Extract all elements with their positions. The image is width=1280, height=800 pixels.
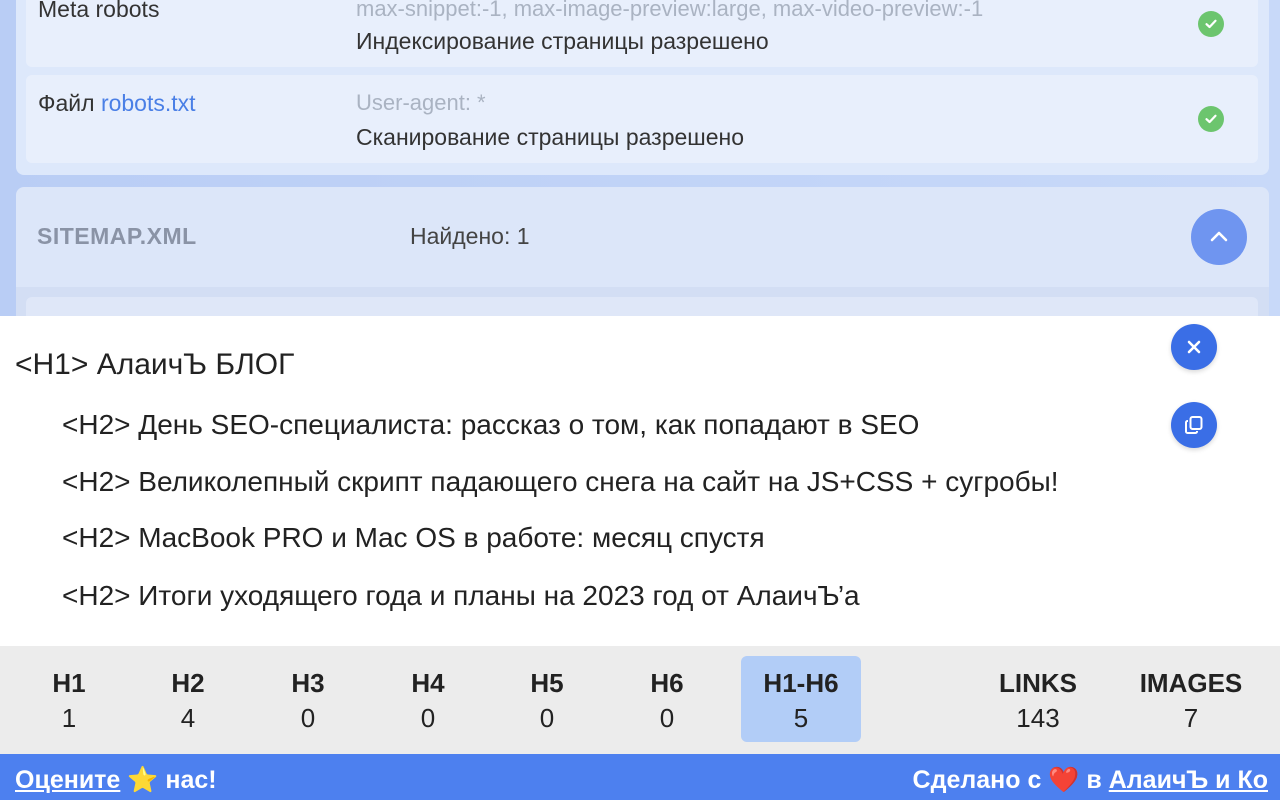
stat-value: 0 <box>659 703 675 733</box>
stats-bar: H1 1 H2 4 H3 0 H4 0 H5 0 H6 0 H1-H6 5 LINKS 143 … <box>0 646 1280 754</box>
heading-h2: <H2> День SEO-специалиста: рассказ о том… <box>62 409 920 440</box>
rate-suffix: нас! <box>165 766 217 794</box>
rate-link[interactable]: Оцените <box>15 766 120 794</box>
stat-key: H4 <box>411 668 445 698</box>
stat-key: LINKS <box>999 668 1077 698</box>
meta-robots-card: Meta robots max-snippet:-1, max-image-pr… <box>26 0 1258 67</box>
heading-h1: <H1> АлаичЪ БЛОГ <box>15 348 295 381</box>
sitemap-count: Найдено: 1 <box>410 223 530 249</box>
sitemap-content <box>16 287 1269 316</box>
collapse-button[interactable] <box>1191 209 1247 265</box>
made-in: в <box>1086 766 1102 794</box>
heart-icon: ❤️ <box>1048 766 1080 794</box>
stat-h3[interactable]: H3 0 <box>248 656 368 742</box>
chevron-up-icon <box>1210 231 1228 242</box>
stat-h1-h6[interactable]: H1-H6 5 <box>741 656 861 742</box>
stat-value: 7 <box>1183 703 1199 733</box>
headings-overlay: <H1> АлаичЪ БЛОГ <H2> День SEO-специалис… <box>0 316 1280 646</box>
stat-key: IMAGES <box>1139 668 1243 698</box>
robots-txt-link[interactable]: robots.txt <box>101 90 196 116</box>
stat-value: 4 <box>180 703 196 733</box>
robots-txt-label: Файл robots.txt <box>38 90 196 117</box>
robots-txt-label-prefix: Файл <box>38 90 95 116</box>
rate-us: Оцените ⭐ нас! <box>15 766 217 795</box>
stat-value: 1 <box>61 703 77 733</box>
close-button[interactable] <box>1171 324 1217 370</box>
made-prefix: Сделано с <box>912 766 1042 794</box>
stat-key: H5 <box>530 668 564 698</box>
stat-key: H1 <box>52 668 86 698</box>
check-icon <box>1198 106 1224 132</box>
stat-value: 143 <box>1016 703 1060 733</box>
robots-txt-card: Файл robots.txt User-agent: * Сканирован… <box>26 75 1258 163</box>
meta-robots-status: Индексирование страницы разрешено <box>356 28 769 54</box>
meta-robots-label: Meta robots <box>38 0 160 22</box>
stat-value: 0 <box>300 703 316 733</box>
stat-h4[interactable]: H4 0 <box>368 656 488 742</box>
close-icon <box>1187 340 1201 354</box>
check-icon <box>1198 11 1224 37</box>
heading-h2: <H2> Итоги уходящего года и планы на 202… <box>62 580 860 611</box>
indexing-panel: Meta robots max-snippet:-1, max-image-pr… <box>16 0 1269 175</box>
robots-txt-value: User-agent: * <box>356 90 486 115</box>
footer: Оцените ⭐ нас! Сделано с ❤️ в АлаичЪ и К… <box>0 754 1280 800</box>
meta-robots-value: max-snippet:-1, max-image-preview:large,… <box>356 0 984 21</box>
stat-value: 5 <box>793 703 809 733</box>
robots-txt-status: Сканирование страницы разрешено <box>356 124 745 150</box>
stat-h6[interactable]: H6 0 <box>607 656 727 742</box>
stat-key: H2 <box>171 668 205 698</box>
heading-h2: <H2> Великолепный скрипт падающего снега… <box>62 466 1059 497</box>
stat-key: H1-H6 <box>763 668 839 698</box>
sitemap-title: SITEMAP.XML <box>37 223 197 249</box>
stat-key: H3 <box>291 668 325 698</box>
stat-h1[interactable]: H1 1 <box>9 656 129 742</box>
stat-h2[interactable]: H2 4 <box>128 656 248 742</box>
background-page: Meta robots max-snippet:-1, max-image-pr… <box>0 0 1280 316</box>
star-icon: ⭐ <box>127 766 159 794</box>
copy-button[interactable] <box>1171 402 1217 448</box>
stat-links[interactable]: LINKS 143 <box>978 656 1098 742</box>
heading-h2: <H2> MacBook PRO и Mac OS в работе: меся… <box>62 522 765 553</box>
author-link[interactable]: АлаичЪ и Ко <box>1109 766 1268 794</box>
stat-images[interactable]: IMAGES 7 <box>1131 656 1251 742</box>
sitemap-panel: SITEMAP.XML Найдено: 1 <box>16 187 1269 287</box>
stat-h5[interactable]: H5 0 <box>487 656 607 742</box>
stat-key: H6 <box>650 668 684 698</box>
stat-value: 0 <box>420 703 436 733</box>
copy-icon <box>1185 416 1203 434</box>
stat-value: 0 <box>539 703 555 733</box>
made-by: Сделано с ❤️ в АлаичЪ и Ко <box>913 766 1268 795</box>
